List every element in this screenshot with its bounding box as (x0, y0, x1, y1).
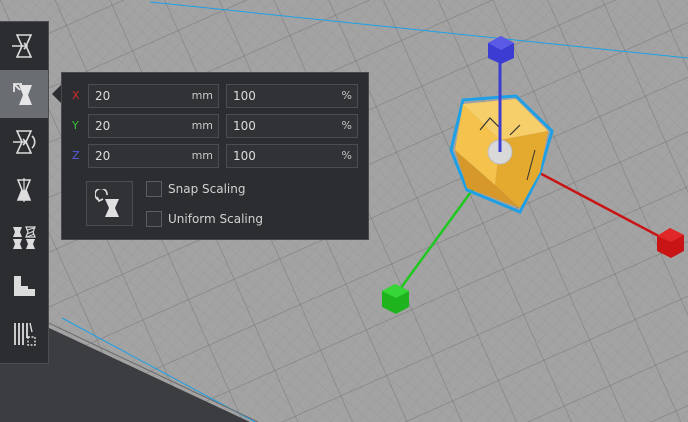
z-percent-value[interactable]: 100 (233, 149, 256, 163)
slicing-tool-button[interactable] (0, 310, 48, 358)
x-size-value[interactable]: 20 (95, 89, 110, 103)
scale-icon (13, 83, 32, 105)
z-size-field[interactable]: 20 mm (88, 144, 219, 168)
snap-scaling-checkbox[interactable] (146, 181, 162, 197)
reset-scale-button[interactable] (86, 181, 133, 226)
z-percent-field[interactable]: 100 % (226, 144, 358, 168)
uniform-scaling-label: Uniform Scaling (168, 212, 263, 226)
rotate-tool-button[interactable] (0, 118, 48, 166)
reset-scale-icon (94, 188, 119, 217)
y-axis-label: Y (72, 119, 79, 132)
per-model-settings-icon (13, 226, 36, 249)
z-size-value[interactable]: 20 (95, 149, 110, 163)
support-blocker-button[interactable] (0, 262, 48, 310)
z-size-unit: mm (191, 149, 213, 162)
x-size-unit: mm (191, 89, 213, 102)
x-percent-value[interactable]: 100 (233, 89, 256, 103)
per-model-settings-button[interactable] (0, 214, 48, 262)
x-axis-label: X (72, 89, 80, 102)
x-percent-field[interactable]: 100 % (226, 84, 358, 108)
scale-tool-button[interactable] (0, 70, 48, 118)
uniform-scaling-option[interactable]: Uniform Scaling (146, 210, 263, 228)
panel-pointer (52, 85, 61, 103)
z-scale-row: Z 20 mm 100 % (72, 144, 362, 168)
move-tool-button[interactable] (0, 22, 48, 70)
tool-sidebar (0, 21, 49, 364)
y-scale-row: Y 20 mm 100 % (72, 114, 362, 138)
z-percent-unit: % (341, 149, 352, 162)
y-size-value[interactable]: 20 (95, 119, 110, 133)
move-icon (12, 34, 33, 58)
uniform-scaling-checkbox[interactable] (146, 211, 162, 227)
y-percent-field[interactable]: 100 % (226, 114, 358, 138)
slicing-tool-icon (14, 322, 36, 346)
x-percent-unit: % (341, 89, 352, 102)
snap-scaling-label: Snap Scaling (168, 182, 246, 196)
z-axis-label: Z (72, 149, 80, 162)
mirror-tool-button[interactable] (0, 166, 48, 214)
y-size-field[interactable]: 20 mm (88, 114, 219, 138)
x-scale-row: X 20 mm 100 % (72, 84, 362, 108)
y-percent-unit: % (341, 119, 352, 132)
x-size-field[interactable]: 20 mm (88, 84, 219, 108)
rotate-icon (13, 130, 36, 154)
y-size-unit: mm (191, 119, 213, 132)
scale-settings-panel: X 20 mm 100 % Y 20 mm 100 % Z 20 mm 100 … (61, 72, 369, 240)
y-percent-value[interactable]: 100 (233, 119, 256, 133)
mirror-icon (16, 178, 32, 202)
snap-scaling-option[interactable]: Snap Scaling (146, 180, 245, 198)
support-blocker-icon (14, 276, 35, 296)
